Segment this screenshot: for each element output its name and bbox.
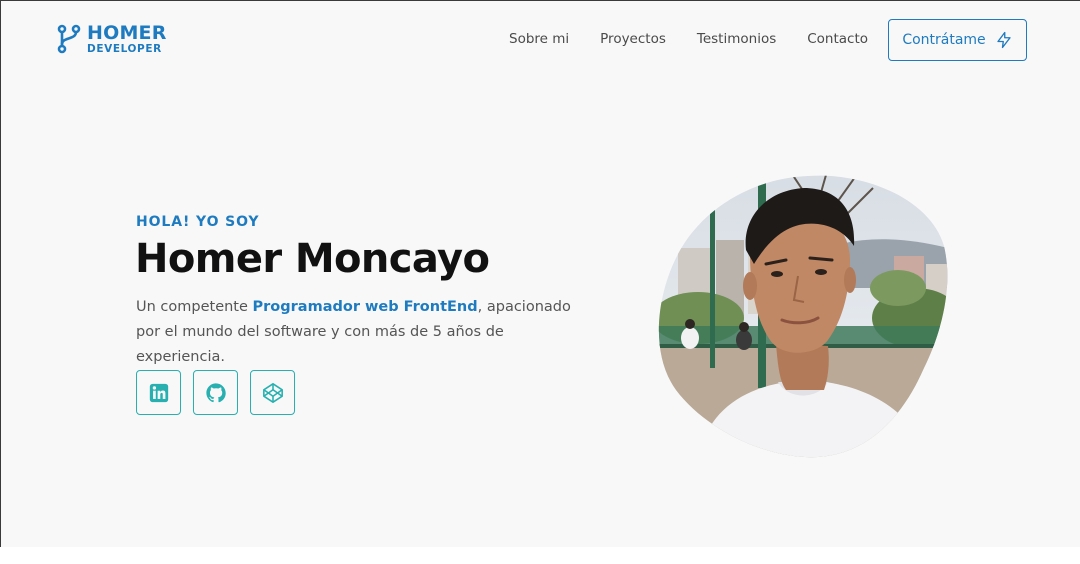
hero-name: Homer Moncayo: [135, 236, 490, 282]
next-section-edge: [0, 547, 1080, 564]
brand-logo[interactable]: HOMER DEVELOPER: [57, 24, 167, 55]
linkedin-button[interactable]: [136, 370, 181, 415]
github-button[interactable]: [193, 370, 238, 415]
hero-desc-highlight: Programador web FrontEnd: [252, 299, 478, 315]
nav-link-contacto[interactable]: Contacto: [807, 31, 868, 47]
codepen-icon: [262, 382, 284, 404]
brand-name: HOMER: [87, 22, 167, 44]
linkedin-icon: [148, 382, 170, 404]
hire-me-button[interactable]: Contrátame: [888, 19, 1027, 61]
codepen-button[interactable]: [250, 370, 295, 415]
brand-wordmark: HOMER DEVELOPER: [87, 24, 167, 55]
nav-link-sobre-mi[interactable]: Sobre mi: [509, 31, 569, 47]
hero-desc-start: Un competente: [136, 299, 253, 315]
hero-description: Un competente Programador web FrontEnd, …: [136, 295, 596, 370]
social-links: [136, 370, 295, 415]
nav-link-testimonios[interactable]: Testimonios: [697, 31, 776, 47]
github-icon: [205, 382, 227, 404]
hero-eyebrow: HOLA! YO SOY: [136, 214, 260, 230]
git-branch-icon: [57, 24, 81, 54]
hire-me-label: Contrátame: [902, 32, 986, 48]
nav-link-proyectos[interactable]: Proyectos: [600, 31, 666, 47]
brand-tagline: DEVELOPER: [87, 43, 162, 55]
lightning-icon: [995, 31, 1013, 49]
main-nav: Sobre mi Proyectos Testimonios Contacto: [509, 31, 899, 47]
profile-photo: [658, 168, 948, 458]
